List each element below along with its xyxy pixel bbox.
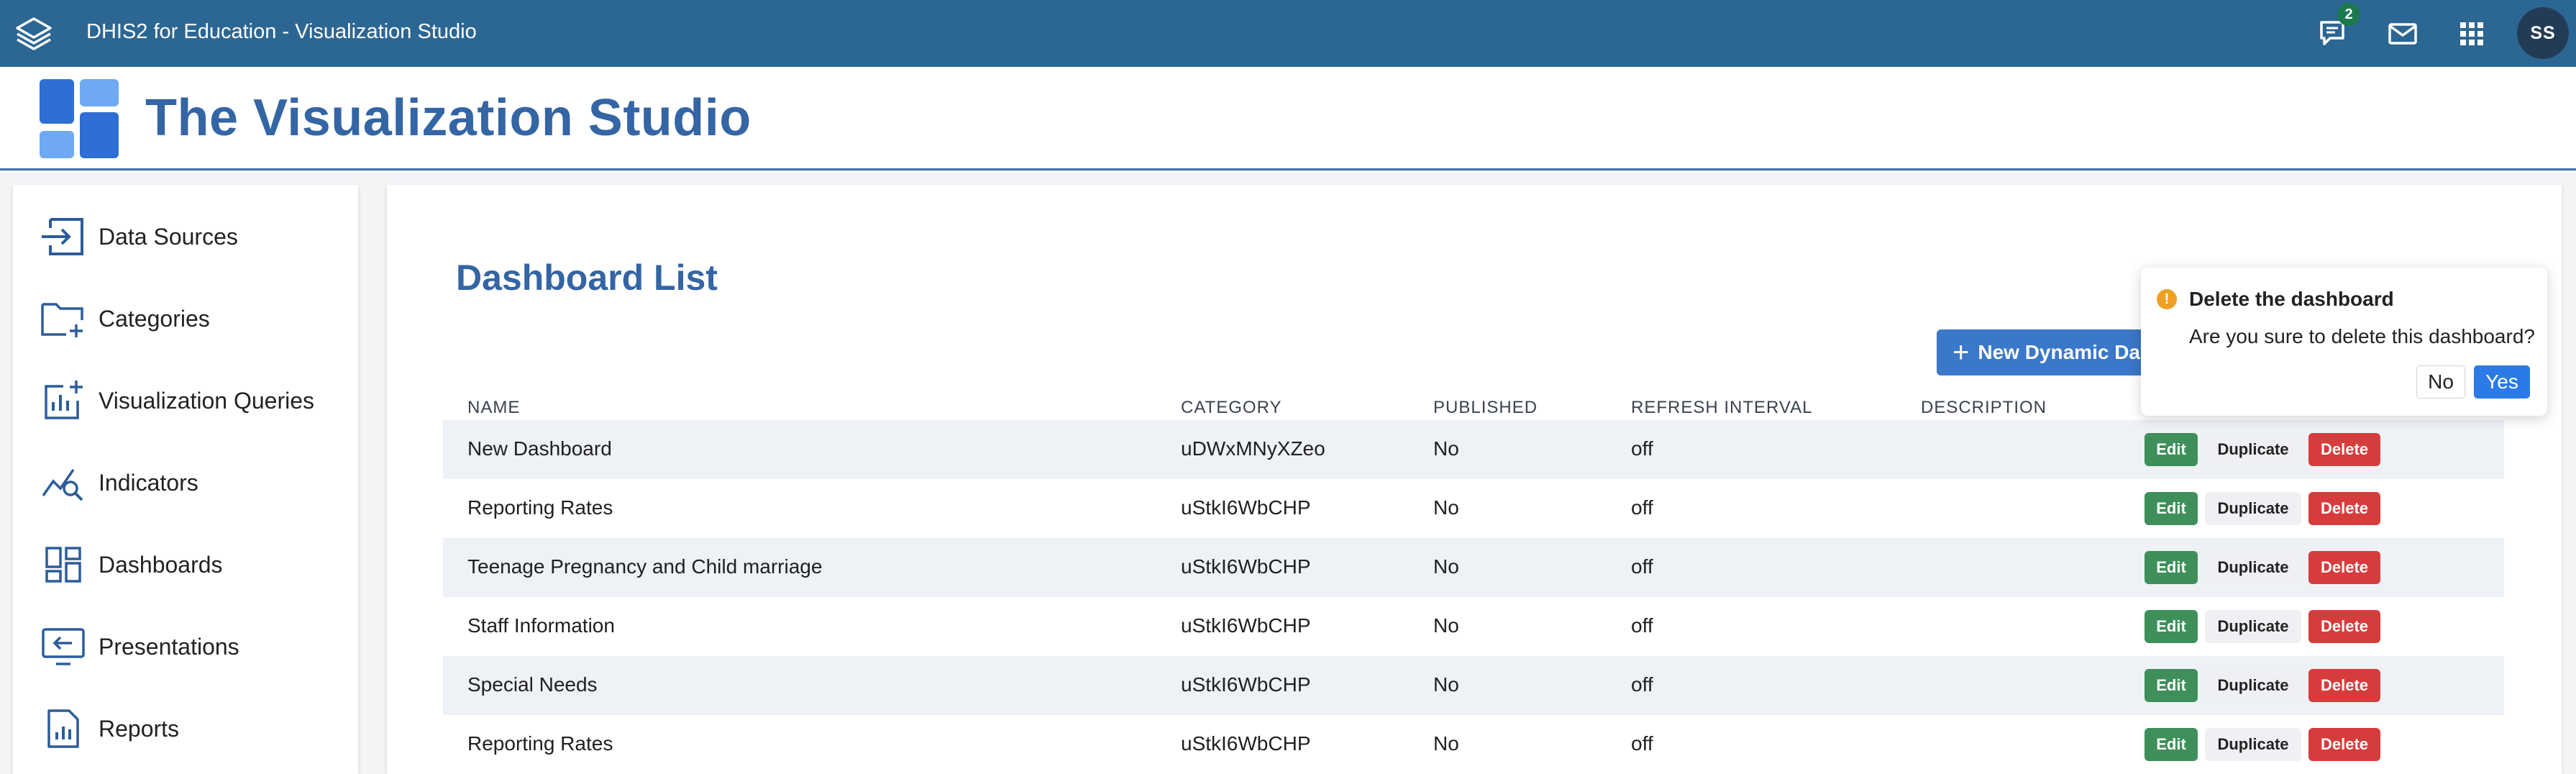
sidebar-item-data-sources[interactable]: Data Sources <box>13 201 358 273</box>
top-header-bar: DHIS2 for Education - Visualization Stud… <box>0 0 2576 67</box>
messages-icon[interactable] <box>2386 17 2419 50</box>
sidebar-item-dashboards[interactable]: Dashboards <box>13 529 358 601</box>
data-sources-icon <box>40 214 86 260</box>
column-header-category[interactable]: CATEGORY <box>1181 398 1282 418</box>
sidebar-item-label: Dashboards <box>99 551 223 578</box>
sidebar-item-visualization-queries[interactable]: Visualization Queries <box>13 365 358 437</box>
edit-button[interactable]: Edit <box>2145 551 2198 584</box>
duplicate-button[interactable]: Duplicate <box>2205 433 2301 466</box>
cell-published: No <box>1433 614 1459 637</box>
cell-published: No <box>1433 673 1459 696</box>
cell-category: uStkI6WbCHP <box>1181 673 1311 696</box>
sidebar-item-label: Presentations <box>99 633 239 660</box>
apps-grid-icon[interactable] <box>2455 17 2488 50</box>
table-row[interactable]: New Dashboard uDWxMNyXZeo No off Edit Du… <box>443 420 2504 479</box>
delete-button[interactable]: Delete <box>2308 728 2380 761</box>
new-button-label: New Dynamic Da <box>1978 341 2140 363</box>
popover-message: Are you sure to delete this dashboard? <box>2189 325 2535 347</box>
cell-category: uStkI6WbCHP <box>1181 555 1311 578</box>
delete-button[interactable]: Delete <box>2308 433 2380 466</box>
column-header-published[interactable]: PUBLISHED <box>1433 398 1538 418</box>
cell-category: uDWxMNyXZeo <box>1181 437 1325 460</box>
cell-name: Teenage Pregnancy and Child marriage <box>467 555 823 578</box>
sidebar-item-label: Categories <box>99 305 210 332</box>
cell-published: No <box>1433 437 1459 460</box>
delete-button[interactable]: Delete <box>2308 669 2380 702</box>
duplicate-button[interactable]: Duplicate <box>2205 492 2301 525</box>
warning-icon: ! <box>2157 289 2177 309</box>
reports-icon <box>40 706 86 752</box>
cell-category: uStkI6WbCHP <box>1181 614 1311 637</box>
column-header-description[interactable]: DESCRIPTION <box>1921 398 2047 418</box>
cell-refresh-interval: off <box>1631 555 1653 578</box>
user-avatar[interactable]: SS <box>2517 7 2569 59</box>
sidebar-item-reports[interactable]: Reports <box>13 693 358 765</box>
studio-logo-icon <box>40 79 119 158</box>
cell-name: Reporting Rates <box>467 496 613 519</box>
page-title: Dashboard List <box>456 258 718 298</box>
studio-title: The Visualization Studio <box>145 89 752 147</box>
sidebar-item-categories[interactable]: Categories <box>13 283 358 355</box>
app-title: DHIS2 for Education - Visualization Stud… <box>86 20 477 43</box>
cell-published: No <box>1433 555 1459 578</box>
confirm-no-button[interactable]: No <box>2416 365 2465 399</box>
edit-button[interactable]: Edit <box>2145 610 2198 643</box>
dhis2-logo-icon[interactable] <box>14 14 53 53</box>
studio-title-row: The Visualization Studio <box>0 67 2576 170</box>
table-row[interactable]: Staff Information uStkI6WbCHP No off Edi… <box>443 597 2504 656</box>
cell-refresh-interval: off <box>1631 732 1653 755</box>
cell-refresh-interval: off <box>1631 496 1653 519</box>
cell-refresh-interval: off <box>1631 614 1653 637</box>
sidebar-item-label: Visualization Queries <box>99 387 315 414</box>
plus-icon: + <box>1952 337 1970 368</box>
presentations-icon <box>40 624 86 670</box>
messages-count-badge: 2 <box>2337 3 2360 26</box>
sidebar-item-presentations[interactable]: Presentations <box>13 611 358 683</box>
cell-published: No <box>1433 732 1459 755</box>
cell-category: uStkI6WbCHP <box>1181 732 1311 755</box>
cell-name: Staff Information <box>467 614 615 637</box>
delete-button[interactable]: Delete <box>2308 492 2380 525</box>
duplicate-button[interactable]: Duplicate <box>2205 610 2301 643</box>
cell-name: New Dashboard <box>467 437 612 460</box>
edit-button[interactable]: Edit <box>2145 433 2198 466</box>
cell-refresh-interval: off <box>1631 437 1653 460</box>
table-row[interactable]: Special Needs uStkI6WbCHP No off Edit Du… <box>443 656 2504 715</box>
categories-icon <box>40 296 86 342</box>
sidebar-item-label: Reports <box>99 715 180 742</box>
delete-confirm-popover: ! Delete the dashboard Are you sure to d… <box>2141 268 2547 416</box>
delete-button[interactable]: Delete <box>2308 610 2380 643</box>
table-row[interactable]: Teenage Pregnancy and Child marriage uSt… <box>443 538 2504 597</box>
sidebar-item-label: Indicators <box>99 469 198 496</box>
cell-name: Reporting Rates <box>467 732 613 755</box>
edit-button[interactable]: Edit <box>2145 669 2198 702</box>
table-row[interactable]: Reporting Rates uStkI6WbCHP No off Edit … <box>443 715 2504 774</box>
duplicate-button[interactable]: Duplicate <box>2205 669 2301 702</box>
indicators-icon <box>40 460 86 506</box>
column-header-refresh-interval[interactable]: REFRESH INTERVAL <box>1631 398 1813 418</box>
column-header-name[interactable]: NAME <box>467 398 520 418</box>
cell-refresh-interval: off <box>1631 673 1653 696</box>
popover-title: Delete the dashboard <box>2189 288 2394 310</box>
visualization-queries-icon <box>40 378 86 424</box>
cell-published: No <box>1433 496 1459 519</box>
duplicate-button[interactable]: Duplicate <box>2205 551 2301 584</box>
cell-category: uStkI6WbCHP <box>1181 496 1311 519</box>
sidebar-item-indicators[interactable]: Indicators <box>13 447 358 519</box>
confirm-yes-button[interactable]: Yes <box>2474 365 2530 399</box>
edit-button[interactable]: Edit <box>2145 728 2198 761</box>
sidebar-nav: Data Sources Categories Visualization Qu… <box>13 185 358 774</box>
delete-button[interactable]: Delete <box>2308 551 2380 584</box>
table-row[interactable]: Reporting Rates uStkI6WbCHP No off Edit … <box>443 479 2504 538</box>
edit-button[interactable]: Edit <box>2145 492 2198 525</box>
sidebar-item-label: Data Sources <box>99 223 238 250</box>
dashboards-icon <box>40 542 86 588</box>
duplicate-button[interactable]: Duplicate <box>2205 728 2301 761</box>
cell-name: Special Needs <box>467 673 598 696</box>
